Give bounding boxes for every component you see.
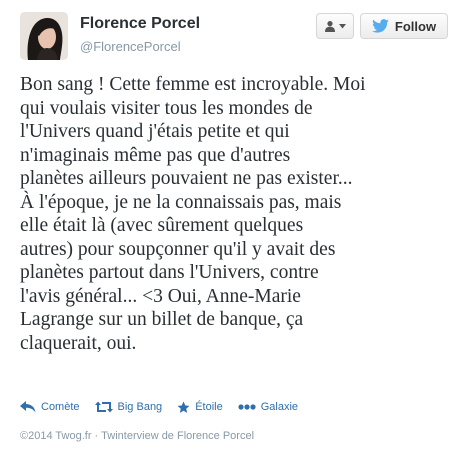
avatar[interactable]: [20, 12, 68, 60]
footer: ©2014 Twog.fr · Twinterview de Florence Po…: [20, 430, 254, 442]
more-dots-icon: [238, 404, 256, 410]
user-menu-button[interactable]: [316, 13, 354, 39]
author-name[interactable]: Florence Porcel: [80, 15, 200, 33]
reply-arrow-icon: [20, 401, 36, 413]
favorite-action[interactable]: Étoile: [177, 401, 223, 414]
retweet-label: Big Bang: [117, 401, 163, 413]
footer-credit: Twinterview de Florence Porcel: [101, 430, 255, 442]
footer-separator: ·: [94, 430, 99, 442]
tweet-text: Bon sang ! Cette femme est incroyable. M…: [20, 74, 366, 354]
star-icon: [177, 401, 190, 413]
retweet-action[interactable]: Big Bang: [94, 401, 163, 413]
favorite-label: Étoile: [195, 401, 223, 413]
user-icon: [325, 21, 335, 32]
reply-action[interactable]: Comète: [20, 401, 80, 413]
avatar-image: [20, 12, 68, 60]
more-label: Galaxie: [260, 401, 299, 413]
follow-button[interactable]: Follow: [360, 13, 448, 39]
follow-label: Follow: [394, 18, 437, 34]
author-handle[interactable]: @FlorencePorcel: [80, 39, 181, 54]
retweet-icon: [94, 401, 113, 413]
tweet-actions: Comète Big Bang Étoile Galaxie: [20, 398, 313, 416]
chevron-down-icon: [339, 23, 346, 28]
twitter-bird-icon: [372, 19, 389, 33]
more-action[interactable]: Galaxie: [238, 401, 298, 413]
footer-copyright[interactable]: ©2014 Twog.fr: [20, 430, 92, 442]
reply-label: Comète: [41, 401, 80, 413]
